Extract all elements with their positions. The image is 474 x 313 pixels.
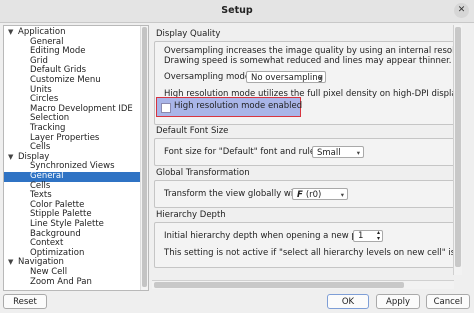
title-bar: Setup ✕ — [0, 0, 474, 23]
default-font-label: Font size for "Default" font and rulers — [164, 147, 324, 157]
scroll-thumb[interactable] — [154, 282, 404, 288]
display-quality-title: Display Quality — [156, 29, 221, 39]
transform-combo[interactable]: F (r0) ▾ — [292, 188, 348, 200]
settings-tree[interactable]: ▼ Application General Editing Mode Grid Defau… — [3, 25, 149, 291]
apply-button[interactable]: Apply — [376, 294, 420, 309]
tree-item[interactable]: Customize Menu — [4, 75, 140, 86]
chevron-down-icon: ▾ — [340, 191, 344, 199]
hierarchy-group: Initial hierarchy depth when opening a n… — [154, 222, 462, 268]
global-transform-group: Transform the view globally with F (r0) ▾ — [154, 180, 462, 208]
panel-vertical-scrollbar[interactable] — [453, 25, 462, 275]
chevron-down-icon: ▾ — [318, 74, 322, 82]
tree-item[interactable]: Zoom And Pan — [4, 276, 140, 288]
tree-item[interactable]: ▼ Navigation — [4, 258, 140, 268]
transform-value: (r0) — [305, 190, 322, 200]
window-title: Setup — [221, 5, 253, 16]
font-size-combo[interactable]: Small ▾ — [312, 146, 364, 158]
tree-item[interactable]: Layer Properties — [4, 133, 140, 144]
hires-checkbox[interactable] — [161, 103, 171, 113]
hires-checkbox-row[interactable]: High resolution mode enabled — [156, 97, 303, 117]
tree-item[interactable]: General — [4, 171, 140, 182]
settings-panel: Display Quality Oversampling increases t… — [152, 25, 462, 289]
default-font-title: Default Font Size — [156, 126, 229, 136]
tree-item[interactable]: Background — [4, 229, 140, 240]
global-transform-title: Global Transformation — [156, 168, 250, 178]
tree-item[interactable]: Synchronized Views — [4, 162, 140, 172]
chevron-down-icon[interactable]: ▼ — [8, 258, 13, 268]
panel-horizontal-scrollbar[interactable] — [152, 280, 454, 289]
chevron-down-icon: ▾ — [356, 149, 360, 157]
chevron-down-icon[interactable]: ▼ — [8, 28, 13, 38]
default-font-group: Font size for "Default" font and rulers … — [154, 138, 462, 166]
hierarchy-spinbox[interactable]: 1 ▴ ▾ — [353, 230, 383, 242]
ok-button[interactable]: OK — [327, 294, 369, 309]
hierarchy-value: 1 — [358, 231, 364, 241]
hierarchy-title: Hierarchy Depth — [156, 210, 226, 220]
tree-scrollbar[interactable] — [140, 26, 148, 290]
tree-item[interactable]: Editing Mode — [4, 47, 140, 57]
global-transform-label: Transform the view globally with — [164, 189, 302, 199]
tree-item[interactable]: Macro Development IDE — [4, 104, 140, 115]
rotation-f-icon: F — [297, 190, 303, 200]
hierarchy-note: This setting is not active if "select al… — [164, 248, 462, 258]
scroll-thumb[interactable] — [455, 27, 461, 267]
hires-checkbox-label: High resolution mode enabled — [174, 101, 303, 111]
tree-item-label: Zoom And Pan — [30, 276, 92, 287]
tree-item[interactable]: Units — [4, 85, 140, 96]
close-icon[interactable]: ✕ — [454, 3, 469, 18]
scroll-thumb[interactable] — [142, 27, 147, 287]
oversampling-desc-1: Oversampling increases the image quality… — [164, 46, 462, 56]
oversampling-desc-2: Drawing speed is somewhat reduced and li… — [164, 56, 452, 66]
oversampling-label: Oversampling mode — [164, 72, 251, 82]
font-size-value: Small — [317, 148, 341, 158]
oversampling-value: No oversampling — [251, 73, 324, 83]
tree-item[interactable]: Selection — [4, 114, 140, 124]
tree-item[interactable]: Cells — [4, 181, 140, 192]
reset-button[interactable]: Reset — [3, 294, 47, 309]
oversampling-combo[interactable]: No oversampling ▾ — [246, 71, 326, 83]
spin-down-icon[interactable]: ▾ — [377, 236, 380, 242]
tree-item[interactable]: ▼ Application — [4, 27, 140, 38]
cancel-button[interactable]: Cancel — [426, 294, 470, 309]
hierarchy-label: Initial hierarchy depth when opening a n… — [164, 231, 375, 241]
chevron-down-icon[interactable]: ▼ — [8, 153, 13, 163]
